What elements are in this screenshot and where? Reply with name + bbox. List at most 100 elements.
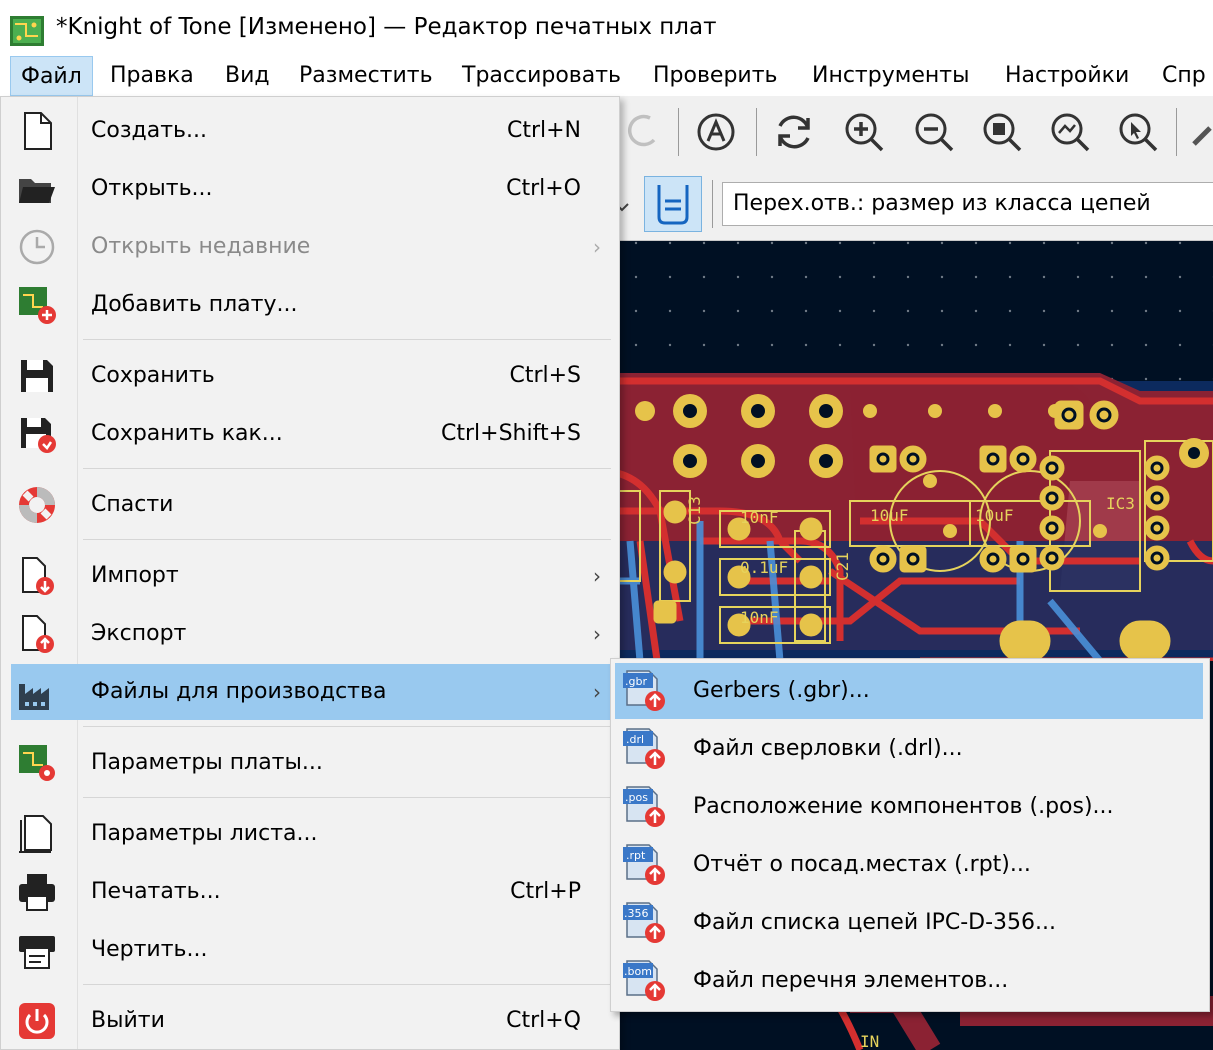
title-bar: *Knight of Tone [Изменено] — Редактор пе… <box>0 0 1213 56</box>
menu-item-shortcut: Ctrl+P <box>510 879 581 904</box>
menu-item-label: Печатать... <box>91 879 221 904</box>
append-board-icon <box>19 287 56 324</box>
menu-view[interactable]: Вид <box>225 56 270 96</box>
menu-item-label: Спасти <box>91 492 174 517</box>
menu-item-save-as[interactable]: Сохранить как... Ctrl+Shift+S <box>11 406 615 462</box>
submenu-item-label: Файл списка цепей IPC-D-356... <box>693 910 1057 935</box>
file-ext-tag: .bom <box>624 965 652 978</box>
import-icon <box>22 557 54 595</box>
zoom-objects-icon[interactable] <box>1046 108 1094 156</box>
zoom-out-icon[interactable] <box>910 108 958 156</box>
silk-10uf-a: 10uF <box>870 506 909 525</box>
menu-item-print[interactable]: Печатать... Ctrl+P <box>11 864 615 920</box>
export-icon <box>22 615 54 653</box>
menu-item-fabrication-outputs[interactable]: Файлы для производства › <box>11 664 615 720</box>
submenu-item-footprint-report[interactable]: .rpt Отчёт о посад.местах (.rpt)... <box>615 837 1203 893</box>
menu-item-board-setup[interactable]: Параметры платы... <box>11 735 615 791</box>
menu-inspect[interactable]: Проверить <box>653 56 778 96</box>
menu-item-shortcut: Ctrl+S <box>509 363 581 388</box>
silk-c13: C13 <box>685 496 704 525</box>
submenu-item-label: Gerbers (.gbr)... <box>693 678 870 703</box>
menu-help[interactable]: Спр <box>1162 56 1206 96</box>
file-ext-tag: .gbr <box>625 675 647 688</box>
menu-file[interactable]: Файл <box>10 56 93 96</box>
silk-ic3: IC3 <box>1106 494 1135 513</box>
menu-place[interactable]: Разместить <box>299 56 433 96</box>
zoom-fit-icon[interactable] <box>978 108 1026 156</box>
menu-item-label: Сохранить <box>91 363 215 388</box>
menu-item-page-settings[interactable]: Параметры листа... <box>11 806 615 862</box>
menu-item-label: Открыть недавние <box>91 234 311 259</box>
drill-file-icon: .drl <box>623 728 665 769</box>
menu-item-shortcut: Ctrl+Q <box>506 1008 581 1033</box>
submenu-item-drill-file[interactable]: .drl Файл сверловки (.drl)... <box>615 721 1203 777</box>
clock-icon <box>19 229 55 265</box>
menu-item-label: Импорт <box>91 563 179 588</box>
plotter-icon <box>19 936 55 969</box>
printer-icon <box>19 874 55 911</box>
via-size-select[interactable]: Перех.отв.: размер из класса цепей <box>722 182 1213 226</box>
redo-icon[interactable] <box>620 108 668 156</box>
menu-item-new[interactable]: Создать... Ctrl+N <box>11 103 615 159</box>
factory-icon <box>19 684 49 710</box>
submenu-item-gerbers[interactable]: .gbr Gerbers (.gbr)... <box>615 663 1203 719</box>
menu-item-exit[interactable]: Выйти Ctrl+Q <box>11 993 615 1049</box>
menu-item-plot[interactable]: Чертить... <box>11 922 615 978</box>
menu-preferences[interactable]: Настройки <box>1005 56 1129 96</box>
annotate-icon[interactable] <box>692 108 740 156</box>
menu-route[interactable]: Трассировать <box>462 56 621 96</box>
menu-edit[interactable]: Правка <box>110 56 194 96</box>
menu-item-shortcut: Ctrl+O <box>506 176 581 201</box>
file-ext-tag: .356 <box>624 907 649 920</box>
rpt-file-icon: .rpt <box>623 844 665 885</box>
lifebuoy-icon <box>19 487 55 523</box>
auto-track-width-icon <box>657 185 689 225</box>
submenu-item-component-placement[interactable]: .pos Расположение компонентов (.pos)... <box>615 779 1203 835</box>
submenu-item-label: Расположение компонентов (.pos)... <box>693 794 1114 819</box>
file-ext-tag: .pos <box>625 791 648 804</box>
board-setup-icon <box>19 745 55 781</box>
menu-item-label: Файлы для производства <box>91 679 387 704</box>
menu-item-open[interactable]: Открыть... Ctrl+O <box>11 161 615 217</box>
menu-item-label: Экспорт <box>91 621 187 646</box>
submenu-item-bom[interactable]: .bom Файл перечня элементов... <box>615 953 1203 1009</box>
submenu-arrow-icon: › <box>593 564 601 588</box>
power-icon <box>19 1003 55 1039</box>
menu-item-shortcut: Ctrl+N <box>506 118 581 143</box>
silk-10uf-b: 10uF <box>975 506 1014 525</box>
zoom-in-icon[interactable] <box>840 108 888 156</box>
save-icon <box>21 360 53 392</box>
silk-01uf: 0.1uF <box>740 558 788 577</box>
main-toolbar <box>600 96 1213 170</box>
auto-track-width-button[interactable] <box>644 176 702 232</box>
menu-item-rescue[interactable]: Спасти <box>11 477 615 533</box>
menu-item-label: Параметры платы... <box>91 750 323 775</box>
submenu-arrow-icon: › <box>593 680 601 704</box>
window-title: *Knight of Tone [Изменено] — Редактор пе… <box>56 14 717 40</box>
ipc356-file-icon: .356 <box>623 902 665 943</box>
bom-file-icon: .bom <box>623 960 665 1001</box>
zoom-selection-icon[interactable] <box>1114 108 1162 156</box>
refresh-icon[interactable] <box>770 108 818 156</box>
submenu-item-ipc-d-356[interactable]: .356 Файл списка цепей IPC-D-356... <box>615 895 1203 951</box>
menu-item-export[interactable]: Экспорт › <box>11 606 615 662</box>
menu-item-label: Открыть... <box>91 176 213 201</box>
interactive-router-icon[interactable] <box>1190 108 1213 156</box>
submenu-item-label: Отчёт о посад.местах (.rpt)... <box>693 852 1031 877</box>
menu-item-append-board[interactable]: Добавить плату... <box>11 277 615 333</box>
menu-item-save[interactable]: Сохранить Ctrl+S <box>11 348 615 404</box>
menu-item-import[interactable]: Импорт › <box>11 548 615 604</box>
silk-in: IN <box>860 1032 879 1050</box>
page-settings-icon <box>19 815 52 853</box>
pos-file-icon: .pos <box>623 786 665 827</box>
menu-tools[interactable]: Инструменты <box>812 56 969 96</box>
open-folder-icon <box>19 179 55 203</box>
submenu-item-label: Файл перечня элементов... <box>693 968 1009 993</box>
submenu-arrow-icon: › <box>593 622 601 646</box>
menu-item-label: Создать... <box>91 118 207 143</box>
gerber-file-icon: .gbr <box>623 670 665 711</box>
new-document-icon <box>24 112 52 150</box>
silk-10nf-b: 10nF <box>740 608 779 627</box>
file-ext-tag: .rpt <box>626 849 646 862</box>
menu-item-recent[interactable]: Открыть недавние › <box>11 219 615 275</box>
